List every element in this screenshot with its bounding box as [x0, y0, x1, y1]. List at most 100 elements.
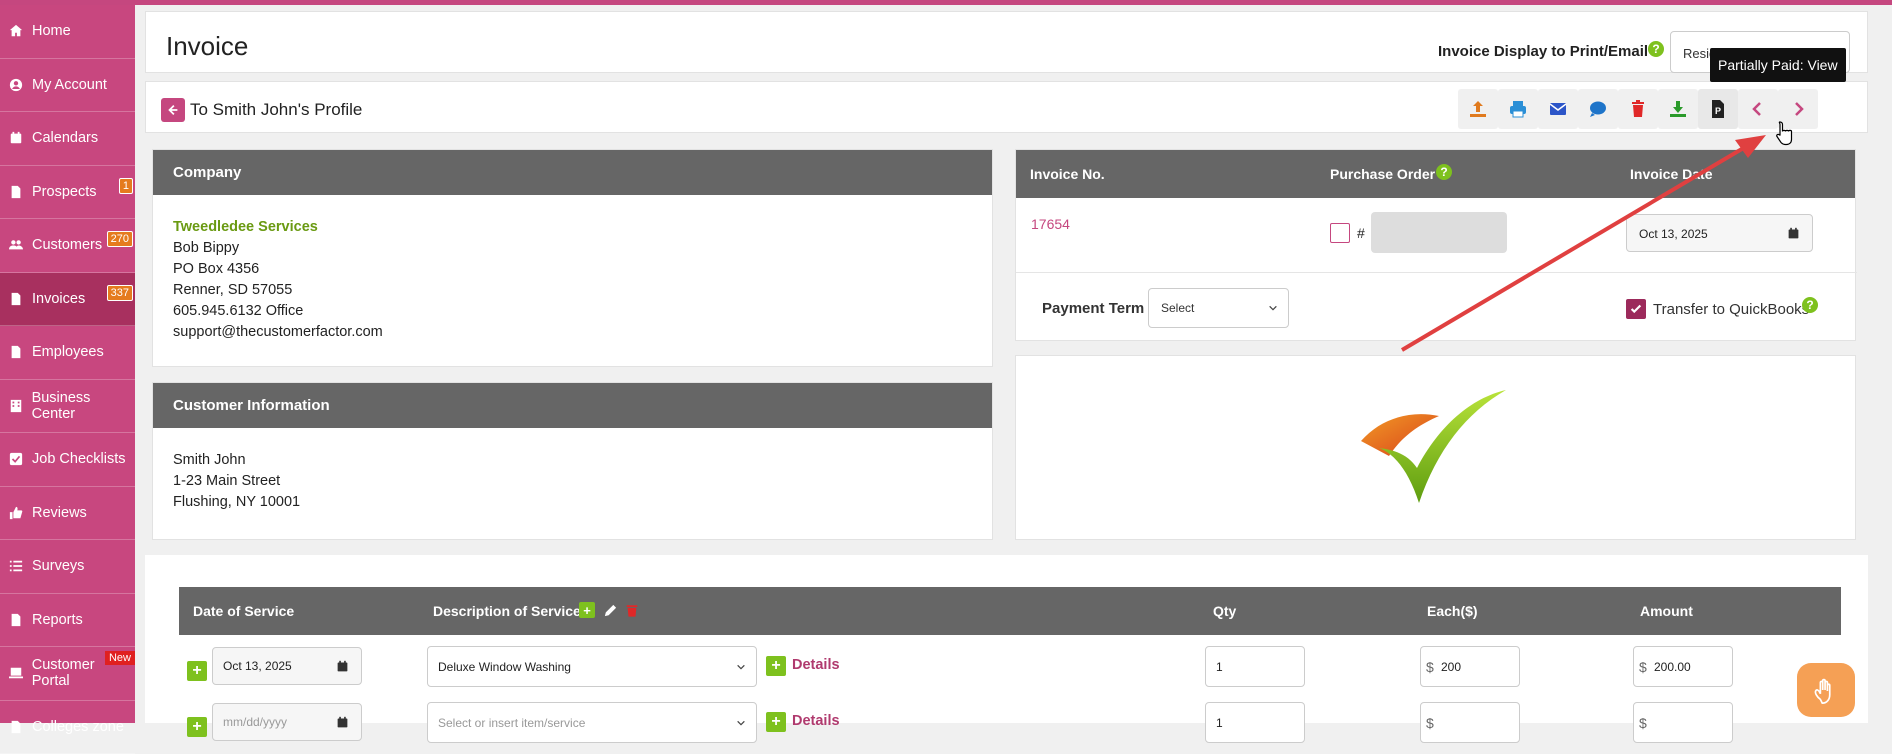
arrow-left-icon — [166, 103, 180, 117]
currency-symbol: $ — [1639, 715, 1647, 731]
add-row-button[interactable]: + — [187, 717, 207, 737]
quickbooks-label: Transfer to QuickBooks — [1653, 301, 1809, 318]
invoice-number-link[interactable]: 17654 — [1031, 216, 1070, 232]
laptop-icon — [8, 665, 24, 681]
help-icon[interactable]: ? — [1802, 297, 1818, 313]
next-invoice-button[interactable] — [1778, 89, 1818, 129]
add-details-icon[interactable]: + — [766, 712, 786, 732]
email-button[interactable] — [1538, 89, 1578, 129]
sidebar-item-my-account[interactable]: My Account — [0, 59, 135, 113]
sidebar-item-reports[interactable]: Reports — [0, 594, 135, 648]
previous-invoice-button[interactable] — [1738, 89, 1778, 129]
sidebar-item-customer-portal[interactable]: Customer PortalNew — [0, 647, 135, 701]
service-date-field[interactable]: Oct 13, 2025 — [212, 647, 362, 685]
print-button[interactable] — [1498, 89, 1538, 129]
invoice-date-value: Oct 13, 2025 — [1639, 227, 1708, 241]
company-contact: Bob Bippy — [173, 238, 972, 259]
sidebar-item-label: Home — [32, 23, 71, 39]
quickbooks-checkbox[interactable] — [1626, 299, 1646, 319]
sidebar-item-label: My Account — [32, 77, 107, 93]
each-price-value: 200 — [1441, 660, 1461, 674]
customer-heading: Customer Information — [153, 383, 992, 428]
check-icon — [1629, 302, 1643, 316]
each-price-input[interactable]: 200 — [1420, 646, 1520, 687]
sidebar-item-label: Job Checklists — [32, 451, 125, 467]
invoice-date-field[interactable]: Oct 13, 2025 — [1626, 214, 1813, 252]
help-icon[interactable]: ? — [1436, 164, 1452, 180]
sidebar-item-calendars[interactable]: Calendars — [0, 112, 135, 166]
download-button[interactable] — [1658, 89, 1698, 129]
help-icon[interactable]: ? — [1648, 41, 1664, 57]
service-description-select[interactable]: Deluxe Window Washing — [427, 646, 757, 687]
sidebar-item-label: Reports — [32, 612, 83, 628]
page-title: Invoice — [166, 31, 248, 62]
sidebar: Home My Account Calendars Prospects1 Cus… — [0, 5, 135, 723]
customer-panel: Customer Information Smith John 1-23 Mai… — [152, 382, 993, 540]
col-description: Description of Service — [433, 603, 581, 619]
company-logo-panel — [1015, 355, 1856, 540]
sidebar-item-colleges-zone[interactable]: Colleges zone — [0, 701, 135, 754]
sidebar-item-label: Employees — [32, 344, 104, 360]
invoice-info-header: Invoice No. Purchase Order ? Invoice Dat… — [1016, 150, 1855, 198]
sidebar-item-customers[interactable]: Customers 270 — [0, 219, 135, 273]
add-service-icon[interactable]: + — [579, 602, 595, 618]
purchase-order-checkbox[interactable] — [1330, 223, 1350, 243]
service-date-field[interactable]: mm/dd/yyyy — [212, 703, 362, 741]
payment-term-select[interactable]: Select — [1148, 288, 1289, 328]
sms-button[interactable] — [1578, 89, 1618, 129]
col-each: Each($) — [1427, 603, 1478, 619]
sidebar-item-home[interactable]: Home — [0, 5, 135, 59]
qty-input[interactable]: 1 — [1205, 646, 1305, 687]
list-icon — [8, 558, 24, 574]
company-heading: Company — [153, 150, 992, 195]
service-date-value: Oct 13, 2025 — [223, 659, 292, 673]
calendar-icon — [1787, 227, 1800, 240]
add-details-icon[interactable]: + — [766, 656, 786, 676]
sidebar-item-surveys[interactable]: Surveys — [0, 540, 135, 594]
company-address-line1: PO Box 4356 — [173, 259, 972, 280]
upload-icon — [1468, 99, 1488, 119]
sidebar-item-prospects[interactable]: Prospects1 — [0, 166, 135, 220]
sidebar-item-label: Prospects — [32, 184, 96, 200]
file-icon — [8, 291, 24, 307]
count-badge: 270 — [107, 231, 133, 247]
new-badge: New — [105, 651, 135, 665]
currency-symbol: $ — [1426, 659, 1434, 675]
checkbox-icon — [8, 451, 24, 467]
count-badge: 337 — [107, 285, 133, 301]
purchase-order-input[interactable] — [1371, 212, 1507, 253]
amount-input[interactable]: 200.00 — [1633, 646, 1733, 687]
currency-symbol: $ — [1639, 659, 1647, 675]
col-date-of-service: Date of Service — [193, 603, 294, 619]
currency-symbol: $ — [1426, 715, 1434, 731]
sidebar-item-label: Business Center — [32, 390, 135, 422]
sidebar-item-label: Colleges zone — [32, 719, 124, 735]
sidebar-item-job-checklists[interactable]: Job Checklists — [0, 433, 135, 487]
details-link[interactable]: Details — [792, 657, 840, 673]
chevron-right-icon — [1788, 99, 1808, 119]
delete-button[interactable] — [1618, 89, 1658, 129]
back-to-profile-link[interactable]: To Smith John's Profile — [190, 100, 362, 120]
calendar-icon — [8, 130, 24, 146]
pencil-icon[interactable] — [603, 603, 618, 618]
sidebar-item-reviews[interactable]: Reviews — [0, 487, 135, 541]
add-row-button[interactable]: + — [187, 661, 207, 681]
sidebar-item-invoices[interactable]: Invoices337 — [0, 273, 135, 327]
file-icon — [8, 184, 24, 200]
trash-icon[interactable] — [625, 603, 639, 618]
sidebar-item-employees[interactable]: Employees — [0, 326, 135, 380]
services-panel: Date of Service Description of Service +… — [145, 555, 1868, 723]
chevron-down-icon — [736, 662, 746, 672]
back-button[interactable] — [161, 98, 185, 122]
view-payment-button[interactable]: P — [1698, 89, 1738, 129]
sidebar-item-label: Calendars — [32, 130, 98, 146]
purchase-order-heading: Purchase Order — [1330, 166, 1435, 182]
support-chat-button[interactable] — [1797, 663, 1855, 717]
company-email: support@thecustomerfactor.com — [173, 322, 972, 343]
sidebar-item-label: Customers — [32, 237, 102, 253]
sidebar-item-business-center[interactable]: Business Center — [0, 380, 135, 434]
customer-address-line2: Flushing, NY 10001 — [173, 492, 972, 513]
upload-button[interactable] — [1458, 89, 1498, 129]
po-hash-label: # — [1357, 225, 1365, 241]
details-link[interactable]: Details — [792, 713, 840, 729]
